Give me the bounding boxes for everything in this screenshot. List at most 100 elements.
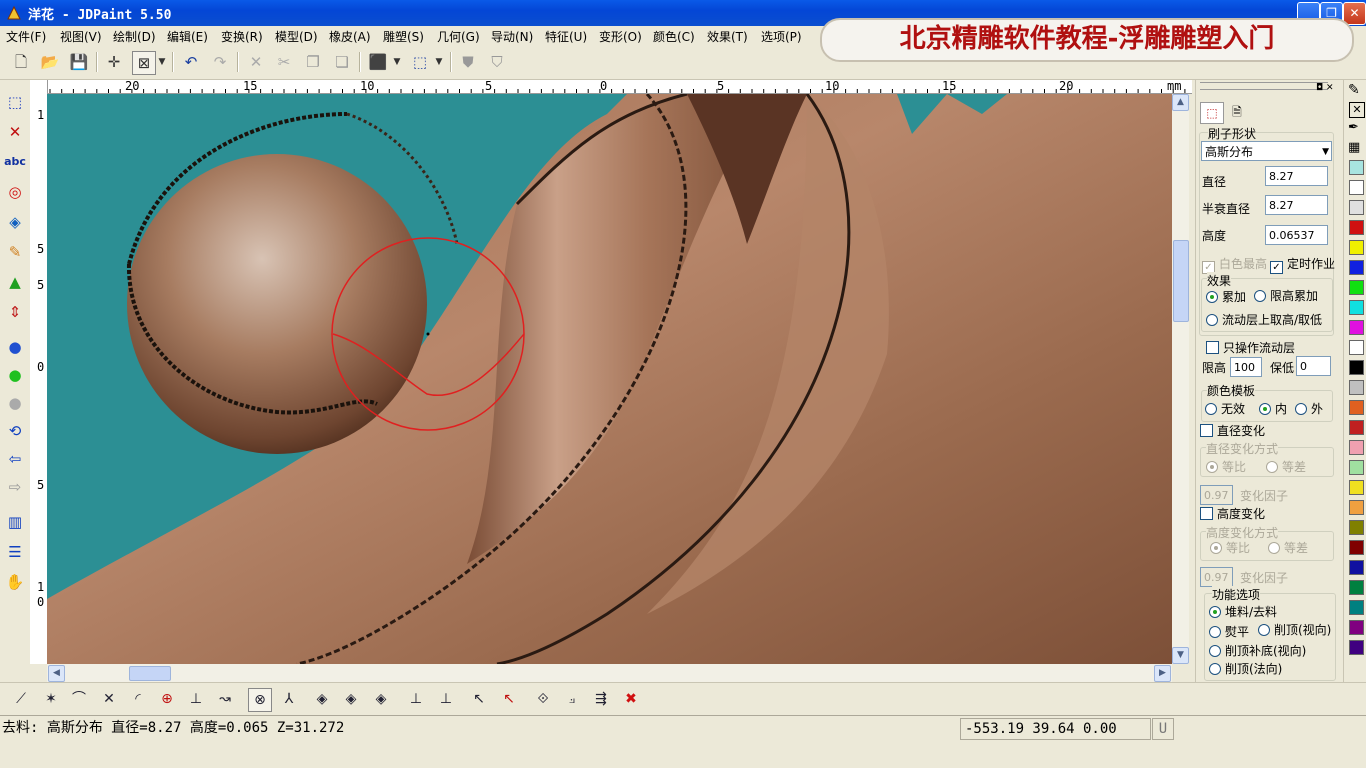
transform-b-icon[interactable]: ⟓: [561, 688, 583, 710]
cancel-icon[interactable]: ✖: [620, 688, 642, 710]
color-swatch[interactable]: [1349, 460, 1364, 475]
diamond-a-icon[interactable]: ◈: [311, 688, 333, 710]
horizontal-scrollbar[interactable]: ◀ ▶: [47, 664, 1172, 682]
color-swatch[interactable]: [1349, 520, 1364, 535]
hm-ratio-radio[interactable]: 等比: [1210, 539, 1250, 556]
cube-wire-icon[interactable]: ⬚: [409, 51, 431, 73]
color-swatch[interactable]: [1349, 360, 1364, 375]
menu-model[interactable]: 模型(D): [275, 28, 318, 45]
dm-ratio-radio[interactable]: 等比: [1206, 458, 1246, 475]
color-swatch[interactable]: [1349, 500, 1364, 515]
diamond-tool-icon[interactable]: ◈: [3, 210, 27, 234]
menu-transform[interactable]: 变换(R): [221, 28, 263, 45]
height-change-checkbox[interactable]: 高度变化: [1200, 505, 1265, 522]
intersect-icon[interactable]: ✕: [98, 688, 120, 710]
menu-effect[interactable]: 效果(T): [707, 28, 748, 45]
height-input[interactable]: 0.06537: [1265, 225, 1328, 245]
eyedropper-icon[interactable]: ✒: [1348, 120, 1359, 135]
color-swatch[interactable]: [1349, 480, 1364, 495]
fn-cut-fill-radio[interactable]: 削顶补底(视向): [1209, 642, 1306, 659]
menu-feature[interactable]: 特征(U): [545, 28, 587, 45]
perpendicular-icon[interactable]: ⊥: [185, 688, 207, 710]
menu-guide[interactable]: 导动(N): [491, 28, 533, 45]
color-swatch[interactable]: [1349, 380, 1364, 395]
select-box-icon[interactable]: ⬚: [3, 90, 27, 114]
scroll-thumb[interactable]: [129, 666, 171, 681]
keep-low-input[interactable]: 0: [1296, 356, 1331, 376]
light-blue-icon[interactable]: ●: [3, 335, 27, 359]
diamond-c-icon[interactable]: ◈: [370, 688, 392, 710]
diameter-change-checkbox[interactable]: 直径变化: [1200, 422, 1265, 439]
align-b-icon[interactable]: ⊥: [435, 688, 457, 710]
color-swatch[interactable]: [1349, 340, 1364, 355]
layers-icon[interactable]: ▥: [3, 510, 27, 534]
color-swatch[interactable]: [1349, 180, 1364, 195]
menu-file[interactable]: 文件(F): [6, 28, 46, 45]
cut-icon[interactable]: ✂: [273, 51, 295, 73]
height-tool-icon[interactable]: ⇕: [3, 300, 27, 324]
paste-icon[interactable]: ❏: [331, 51, 353, 73]
line-tool-icon[interactable]: ⟋: [10, 688, 32, 710]
menu-draw[interactable]: 绘制(D): [113, 28, 156, 45]
view-box-icon[interactable]: ⊠: [132, 51, 156, 75]
delete-icon[interactable]: ✕: [245, 51, 267, 73]
relief-canvas[interactable]: [47, 94, 1172, 664]
cursor-x-icon[interactable]: ↖: [468, 688, 490, 710]
fn-pile-radio[interactable]: 堆料/去料: [1209, 603, 1277, 620]
scroll-thumb[interactable]: [1173, 240, 1189, 322]
effect-flow-radio[interactable]: 流动层上取高/取低: [1206, 311, 1322, 328]
light-off-icon[interactable]: ●: [3, 391, 27, 415]
color-swatch[interactable]: [1349, 600, 1364, 615]
panel-close-icon[interactable]: ◘ ✕: [1316, 83, 1334, 93]
line-snap-icon[interactable]: ✶: [40, 688, 62, 710]
brush-shape-select[interactable]: 高斯分布 ▼: [1201, 141, 1332, 161]
cube-icon[interactable]: ⬛: [367, 51, 389, 73]
align-a-icon[interactable]: ⊥: [405, 688, 427, 710]
color-swatch[interactable]: [1349, 240, 1364, 255]
scroll-right-icon[interactable]: ▶: [1154, 665, 1171, 682]
arc-tool-icon[interactable]: ⌒: [68, 688, 90, 710]
menu-view[interactable]: 视图(V): [60, 28, 102, 45]
menu-edit[interactable]: 编辑(E): [167, 28, 208, 45]
axis-icon[interactable]: ⅄: [278, 688, 300, 710]
limit-high-input[interactable]: 100: [1230, 357, 1262, 377]
timed-work-checkbox[interactable]: ✓ 定时作业: [1270, 255, 1335, 274]
tab-doc[interactable]: 🗎: [1226, 102, 1248, 122]
dropdown-icon[interactable]: ▼: [433, 51, 445, 73]
open-folder-icon[interactable]: 📂: [39, 51, 61, 73]
circle-snap-icon[interactable]: ⊕: [156, 688, 178, 710]
scroll-down-icon[interactable]: ▼: [1172, 647, 1189, 664]
hill-tool-icon[interactable]: ▲: [3, 270, 27, 294]
diameter-factor-input[interactable]: 0.97: [1200, 485, 1233, 505]
rotate-icon[interactable]: ⟲: [3, 419, 27, 443]
node-edit-icon[interactable]: ✕: [3, 120, 27, 144]
new-file-icon[interactable]: 🗋: [10, 51, 32, 73]
arrow-right-icon[interactable]: ⇨: [3, 475, 27, 499]
light-green-icon[interactable]: ●: [3, 363, 27, 387]
menu-geometry[interactable]: 几何(G): [437, 28, 480, 45]
color-swatch[interactable]: [1349, 160, 1364, 175]
grid-icon[interactable]: ☰: [3, 540, 27, 564]
color-swatch[interactable]: [1349, 320, 1364, 335]
ct-inner-radio[interactable]: 内: [1259, 400, 1287, 417]
scroll-up-icon[interactable]: ▲: [1172, 94, 1189, 111]
color-swatch[interactable]: [1349, 400, 1364, 415]
effect-accumulate-radio[interactable]: 累加: [1206, 288, 1246, 305]
diamond-b-icon[interactable]: ◈: [340, 688, 362, 710]
color-swatch[interactable]: [1349, 280, 1364, 295]
menu-color[interactable]: 颜色(C): [653, 28, 695, 45]
hand-icon[interactable]: ✋: [3, 570, 27, 594]
center-snap-icon[interactable]: ⊗: [248, 688, 272, 712]
crosshair-icon[interactable]: ✛: [103, 51, 125, 73]
color-swatch[interactable]: [1349, 540, 1364, 555]
tangent-icon[interactable]: ↝: [214, 688, 236, 710]
transform-a-icon[interactable]: ⟐: [532, 688, 554, 710]
relief-icon[interactable]: ⛊: [457, 51, 479, 73]
hm-diff-radio[interactable]: 等差: [1268, 539, 1308, 556]
dropdown-icon[interactable]: ▼: [391, 51, 403, 73]
menu-eraser[interactable]: 橡皮(A): [329, 28, 371, 45]
arrow-left-icon[interactable]: ⇦: [3, 447, 27, 471]
fn-cut-normal-radio[interactable]: 削顶(法向): [1209, 660, 1282, 677]
relief-shade-icon[interactable]: ⛉: [486, 51, 508, 73]
pencil-icon[interactable]: ✎: [1348, 82, 1360, 98]
